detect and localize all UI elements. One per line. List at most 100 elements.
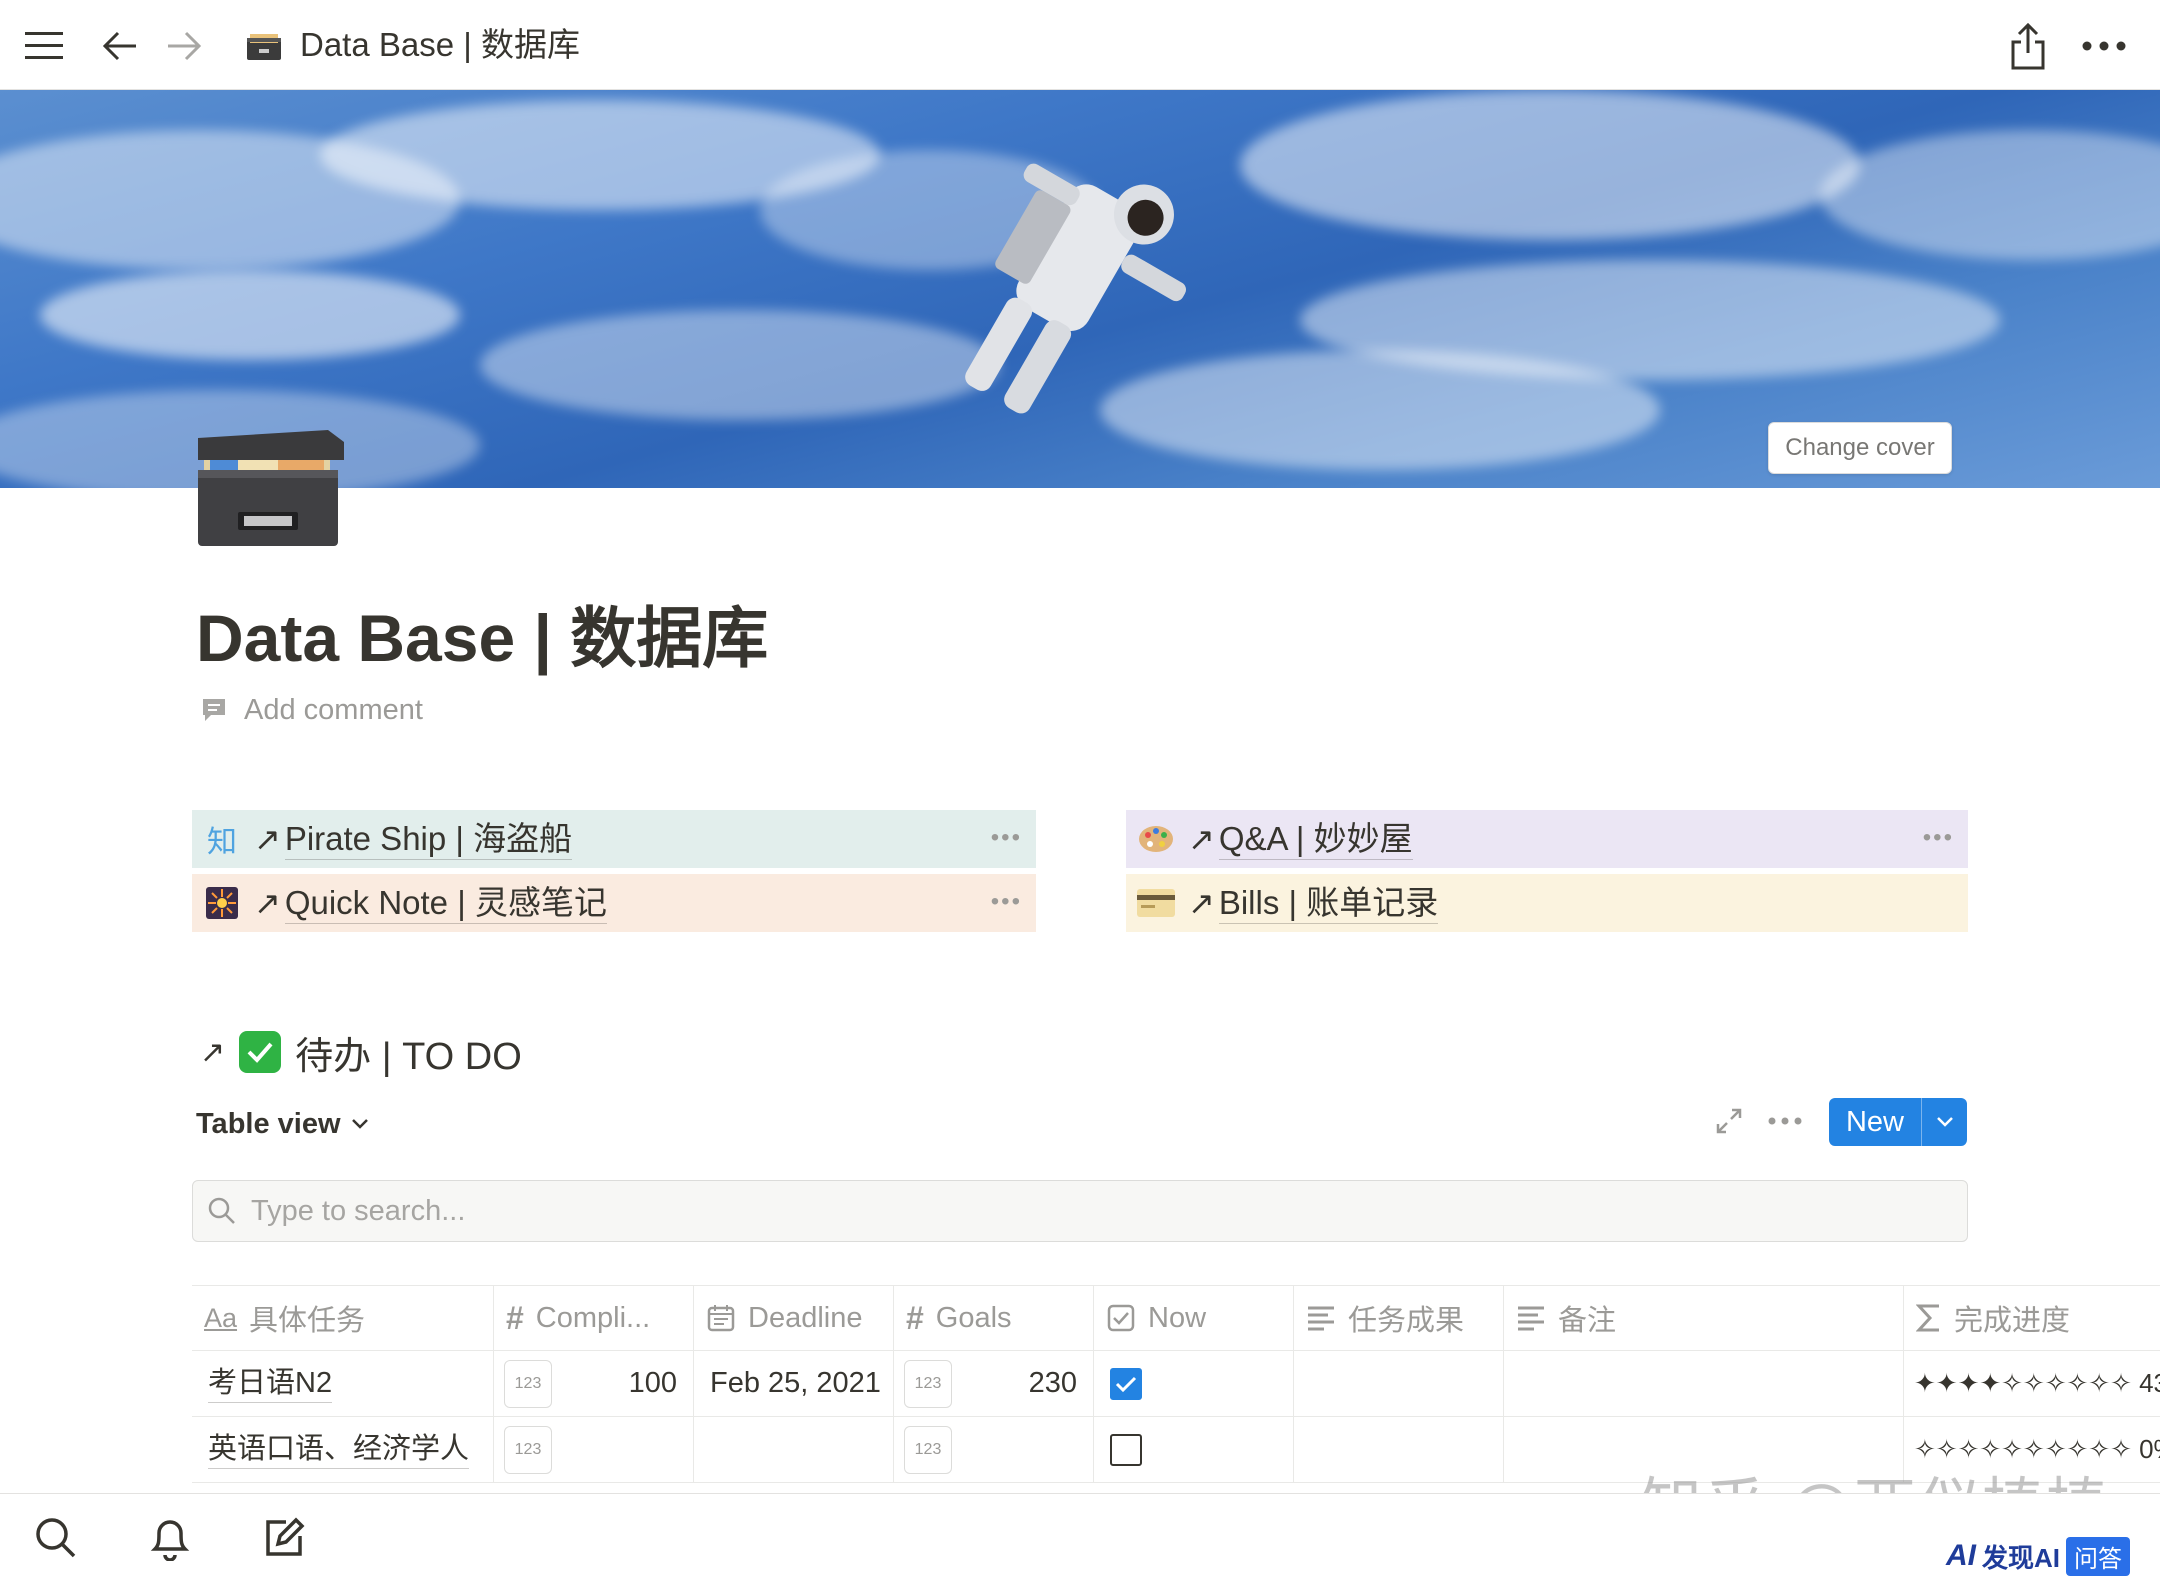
table-row[interactable]: 考日语N2 123 100 Feb 25, 2021 123 230 ✦✦✦✦✧… bbox=[192, 1351, 2160, 1417]
add-comment-button[interactable]: Add comment bbox=[200, 690, 423, 730]
text-property-icon: Aa bbox=[204, 1302, 238, 1333]
link-arrow-icon: ↗ bbox=[254, 885, 281, 921]
goals-value: 230 bbox=[1028, 1367, 1077, 1399]
link-arrow-icon: ↗ bbox=[200, 1035, 226, 1069]
share-icon[interactable] bbox=[2004, 22, 2052, 70]
table-view-label: Table view bbox=[196, 1107, 341, 1140]
calendar-icon bbox=[707, 1305, 735, 1332]
column-header-result[interactable]: 任务成果 bbox=[1294, 1286, 1504, 1350]
new-dropdown-button[interactable] bbox=[1921, 1098, 1967, 1146]
link-quick-note[interactable]: ↗ Quick Note | 灵感笔记 ••• bbox=[192, 874, 1036, 932]
chevron-down-icon bbox=[1936, 1117, 1953, 1127]
column-label: Goals bbox=[935, 1301, 1012, 1334]
progress-cell: ✦✦✦✦✧✧✧✧✧✧ 43% bbox=[1904, 1351, 2160, 1416]
column-header-notes[interactable]: 备注 bbox=[1504, 1286, 1904, 1350]
column-header-now[interactable]: Now bbox=[1094, 1286, 1294, 1350]
column-header-goals[interactable]: # Goals bbox=[894, 1286, 1094, 1350]
link-bills[interactable]: ↗ Bills | 账单记录 bbox=[1126, 874, 1968, 932]
card-file-box-icon[interactable] bbox=[198, 430, 344, 548]
deadline-cell[interactable] bbox=[694, 1417, 894, 1482]
todo-section-title[interactable]: ↗ 待办 | TO DO bbox=[200, 1026, 522, 1078]
more-icon[interactable] bbox=[2080, 22, 2128, 70]
search-icon[interactable] bbox=[32, 1514, 80, 1562]
brand-tag: 问答 bbox=[2066, 1536, 2131, 1576]
link-pirate-ship[interactable]: 知 ↗ Pirate Ship | 海盗船 ••• bbox=[192, 810, 1036, 868]
more-icon[interactable]: ••• bbox=[991, 824, 1022, 852]
now-checkbox[interactable] bbox=[1110, 1367, 1142, 1400]
change-cover-button[interactable]: Change cover bbox=[1768, 422, 1952, 474]
add-comment-label: Add comment bbox=[244, 693, 423, 726]
bell-icon[interactable] bbox=[146, 1514, 194, 1562]
more-icon[interactable]: ••• bbox=[1923, 824, 1954, 852]
progress-value: ✦✦✦✦✧✧✧✧✧✧ 43% bbox=[1914, 1368, 2160, 1398]
link-label: Quick Note | 灵感笔记 bbox=[284, 883, 607, 924]
column-label: Deadline bbox=[748, 1301, 863, 1334]
column-label: Now bbox=[1148, 1301, 1207, 1334]
link-arrow-icon: ↗ bbox=[254, 821, 281, 857]
forward-arrow-icon[interactable] bbox=[160, 22, 208, 70]
number-property-icon: # bbox=[506, 1299, 524, 1336]
brand-badge: AI 发现AI 问答 bbox=[1946, 1536, 2131, 1576]
compli-cell[interactable]: 123 bbox=[494, 1417, 694, 1482]
now-cell bbox=[1094, 1351, 1294, 1416]
brand-logo: AI bbox=[1946, 1539, 1976, 1572]
bottom-bar bbox=[0, 1493, 2160, 1581]
result-cell[interactable] bbox=[1294, 1351, 1504, 1416]
todo-title: 待办 | TO DO bbox=[295, 1035, 522, 1078]
notes-cell[interactable] bbox=[1504, 1351, 1904, 1416]
search-input[interactable] bbox=[251, 1194, 1851, 1228]
link-label: Q&A | 妙妙屋 bbox=[1218, 819, 1413, 860]
column-header-task[interactable]: Aa 具体任务 bbox=[192, 1286, 494, 1350]
number-badge-icon: 123 bbox=[904, 1425, 952, 1474]
number-badge-icon: 123 bbox=[504, 1359, 552, 1408]
more-icon[interactable] bbox=[1768, 1096, 1802, 1146]
task-cell[interactable]: 英语口语、经济学人 bbox=[192, 1417, 494, 1482]
card-file-box-icon bbox=[240, 22, 288, 70]
link-arrow-icon: ↗ bbox=[1188, 821, 1215, 857]
table-view-dropdown[interactable]: Table view bbox=[196, 1104, 369, 1144]
compose-icon[interactable] bbox=[260, 1514, 308, 1562]
result-cell[interactable] bbox=[1294, 1417, 1504, 1482]
column-label: Compli... bbox=[535, 1301, 651, 1334]
now-cell bbox=[1094, 1417, 1294, 1482]
column-label: 任务成果 bbox=[1348, 1305, 1465, 1337]
number-property-icon: # bbox=[906, 1299, 924, 1336]
text-lines-icon bbox=[1518, 1306, 1544, 1331]
expand-icon[interactable] bbox=[1714, 1096, 1744, 1146]
column-header-progress[interactable]: 完成进度 bbox=[1904, 1286, 2160, 1350]
back-arrow-icon[interactable] bbox=[96, 22, 144, 70]
text-lines-icon bbox=[1308, 1306, 1334, 1331]
link-label: Pirate Ship | 海盗船 bbox=[284, 819, 573, 860]
fireworks-icon bbox=[202, 883, 242, 923]
table-header-row: Aa 具体任务 # Compli... Deadline # Goals Now… bbox=[192, 1285, 2160, 1351]
goals-cell[interactable]: 123 230 bbox=[894, 1351, 1094, 1416]
column-header-deadline[interactable]: Deadline bbox=[694, 1286, 894, 1350]
chevron-down-icon bbox=[351, 1119, 368, 1129]
comment-icon bbox=[203, 699, 225, 721]
link-qa[interactable]: ↗ Q&A | 妙妙屋 ••• bbox=[1126, 810, 1968, 868]
column-header-compli[interactable]: # Compli... bbox=[494, 1286, 694, 1350]
check-icon bbox=[1115, 1376, 1137, 1392]
menu-icon[interactable] bbox=[20, 22, 68, 70]
palette-icon bbox=[1136, 819, 1176, 859]
page-title[interactable]: Data Base | 数据库 bbox=[196, 596, 768, 680]
more-icon[interactable]: ••• bbox=[991, 888, 1022, 916]
number-badge-icon: 123 bbox=[904, 1359, 952, 1408]
new-button[interactable]: New bbox=[1829, 1098, 1921, 1146]
search-bar[interactable] bbox=[192, 1180, 1968, 1242]
number-badge-icon: 123 bbox=[504, 1425, 552, 1474]
task-cell[interactable]: 考日语N2 bbox=[192, 1351, 494, 1416]
search-icon bbox=[208, 1197, 235, 1224]
deadline-cell[interactable]: Feb 25, 2021 bbox=[694, 1351, 894, 1416]
deadline-value: Feb 25, 2021 bbox=[710, 1367, 881, 1399]
column-label: 完成进度 bbox=[1954, 1305, 2071, 1337]
now-checkbox[interactable] bbox=[1110, 1433, 1142, 1466]
task-name: 考日语N2 bbox=[208, 1364, 333, 1403]
goals-cell[interactable]: 123 bbox=[894, 1417, 1094, 1482]
sigma-icon bbox=[1916, 1304, 1939, 1332]
astronaut-illustration bbox=[965, 163, 1186, 414]
link-arrow-icon: ↗ bbox=[1188, 885, 1215, 921]
compli-cell[interactable]: 123 100 bbox=[494, 1351, 694, 1416]
credit-card-icon bbox=[1136, 883, 1176, 923]
compli-value: 100 bbox=[628, 1367, 677, 1399]
